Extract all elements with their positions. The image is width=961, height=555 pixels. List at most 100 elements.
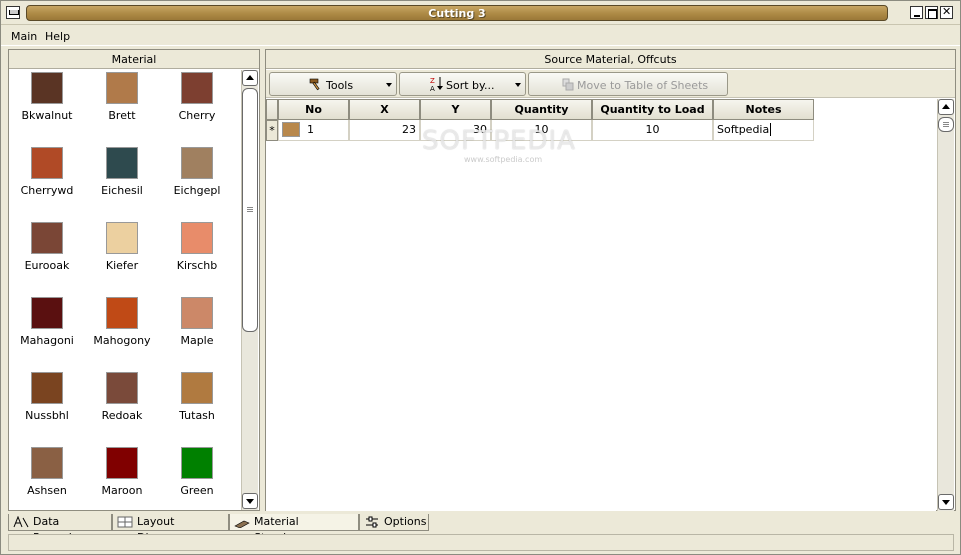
- tab-options[interactable]: Options: [359, 514, 429, 531]
- material-swatch: [106, 147, 138, 179]
- source-material-header: Source Material, Offcuts: [266, 50, 955, 69]
- move-to-table-button[interactable]: Move to Table of Sheets: [528, 72, 728, 96]
- material-label: Maple: [180, 334, 214, 347]
- column-header-quantity-to-load[interactable]: Quantity to Load: [592, 99, 713, 120]
- cell-x[interactable]: 23: [349, 120, 420, 141]
- title-bar: Cutting 3: [1, 1, 960, 25]
- material-swatch: [282, 122, 300, 137]
- row-header-corner: [266, 99, 278, 120]
- scroll-up-icon[interactable]: [938, 99, 954, 115]
- offcuts-table: No X Y Quantity Quantity to Load Notes *…: [266, 99, 936, 511]
- menu-main[interactable]: Main: [11, 30, 37, 43]
- material-swatch: [31, 447, 63, 479]
- tools-button[interactable]: Tools: [269, 72, 397, 96]
- material-label: Cherry: [178, 109, 216, 122]
- material-swatch: [31, 297, 63, 329]
- material-swatch: [106, 297, 138, 329]
- material-swatch: [106, 72, 138, 104]
- window-title: Cutting 3: [428, 7, 486, 20]
- material-item[interactable]: Kiefer: [84, 222, 160, 272]
- column-header-notes[interactable]: Notes: [713, 99, 814, 120]
- toolbar: Tools Z A Sort by... Move to Table of Sh…: [266, 70, 955, 98]
- material-item[interactable]: Nussbhl: [9, 372, 85, 422]
- tools-label: Tools: [326, 79, 354, 92]
- material-item[interactable]: Eurooak: [9, 222, 85, 272]
- material-panel: Material Bkwalnut Brett Cherry Cherrywd Eich…: [8, 49, 260, 511]
- column-header-no[interactable]: No: [278, 99, 349, 120]
- material-label: Tutash: [179, 409, 215, 422]
- material-item[interactable]: Cherrywd: [9, 147, 85, 197]
- material-label: Bkwalnut: [21, 109, 73, 122]
- svg-text:Z: Z: [430, 77, 435, 85]
- material-item[interactable]: Eichgepl: [159, 147, 235, 197]
- scroll-thumb[interactable]: [938, 117, 954, 132]
- material-item[interactable]: Mahagoni: [9, 297, 85, 347]
- material-swatch: [106, 447, 138, 479]
- cell-no[interactable]: 1: [278, 120, 349, 141]
- scroll-down-icon[interactable]: [242, 493, 258, 509]
- system-menu-icon[interactable]: [6, 6, 20, 19]
- material-item[interactable]: Brett: [84, 72, 160, 122]
- material-label: Green: [180, 484, 214, 497]
- material-item[interactable]: Kirschb: [159, 222, 235, 272]
- menu-bar: Main Help: [1, 26, 960, 46]
- material-label: Cherrywd: [20, 184, 74, 197]
- column-header-y[interactable]: Y: [420, 99, 491, 120]
- material-panel-header: Material: [9, 50, 259, 69]
- scroll-thumb[interactable]: [242, 88, 258, 332]
- bottom-tabs: Data Preparing Layout Diagrams Material …: [8, 514, 956, 544]
- material-item[interactable]: Redoak: [84, 372, 160, 422]
- material-swatch: [181, 297, 213, 329]
- material-item[interactable]: Tutash: [159, 372, 235, 422]
- maximize-icon[interactable]: [925, 6, 938, 19]
- material-item[interactable]: Bkwalnut: [9, 72, 85, 122]
- material-label: Nussbhl: [25, 409, 69, 422]
- watermark-url: www.softpedia.com: [464, 155, 543, 164]
- material-item[interactable]: Mahogony: [84, 297, 160, 347]
- material-swatch: [31, 372, 63, 404]
- material-item[interactable]: Cherry: [159, 72, 235, 122]
- material-label: Maroon: [101, 484, 143, 497]
- tab-layout-diagrams[interactable]: Layout Diagrams: [112, 514, 229, 544]
- column-header-x[interactable]: X: [349, 99, 420, 120]
- material-label: Redoak: [101, 409, 143, 422]
- tab-material-storehouse[interactable]: Material Storehouse: [229, 514, 359, 544]
- move-label: Move to Table of Sheets: [577, 79, 709, 92]
- material-swatch: [181, 222, 213, 254]
- material-list: Bkwalnut Brett Cherry Cherrywd Eichesil Eichg…: [9, 70, 241, 510]
- data-preparing-icon: [13, 516, 29, 528]
- material-item[interactable]: Maple: [159, 297, 235, 347]
- tab-data-preparing[interactable]: Data Preparing: [8, 514, 112, 544]
- svg-text:A: A: [430, 85, 435, 92]
- close-icon[interactable]: [940, 5, 953, 19]
- cell-notes[interactable]: Softpedia: [713, 120, 814, 141]
- material-label: Eichesil: [101, 184, 143, 197]
- material-label: Mahagoni: [20, 334, 74, 347]
- material-swatch: [31, 72, 63, 104]
- material-item[interactable]: Ashsen: [9, 447, 85, 497]
- material-swatch: [106, 372, 138, 404]
- scroll-down-icon[interactable]: [938, 494, 954, 510]
- cell-quantity-to-load[interactable]: 10: [592, 120, 713, 141]
- menu-help[interactable]: Help: [45, 30, 70, 43]
- app-window: Cutting 3 Main Help Material Bkwalnut Bre…: [0, 0, 961, 555]
- sort-label: Sort by...: [446, 79, 495, 92]
- scroll-up-icon[interactable]: [242, 70, 258, 86]
- sort-button[interactable]: Z A Sort by...: [399, 72, 526, 96]
- material-swatch: [181, 372, 213, 404]
- material-swatch: [31, 222, 63, 254]
- material-swatch: [106, 222, 138, 254]
- sort-az-icon: Z A: [430, 77, 443, 92]
- table-scrollbar[interactable]: [937, 99, 954, 511]
- column-header-quantity[interactable]: Quantity: [491, 99, 592, 120]
- material-item[interactable]: Green: [159, 447, 235, 497]
- layout-diagrams-icon: [117, 516, 133, 528]
- minimize-icon[interactable]: [910, 6, 923, 19]
- material-item[interactable]: Eichesil: [84, 147, 160, 197]
- cell-no-value: 1: [307, 123, 314, 136]
- material-label: Kirschb: [176, 259, 218, 272]
- material-scrollbar[interactable]: [241, 70, 258, 510]
- hammer-icon: [309, 78, 320, 91]
- material-label: Eichgepl: [173, 184, 221, 197]
- material-item[interactable]: Maroon: [84, 447, 160, 497]
